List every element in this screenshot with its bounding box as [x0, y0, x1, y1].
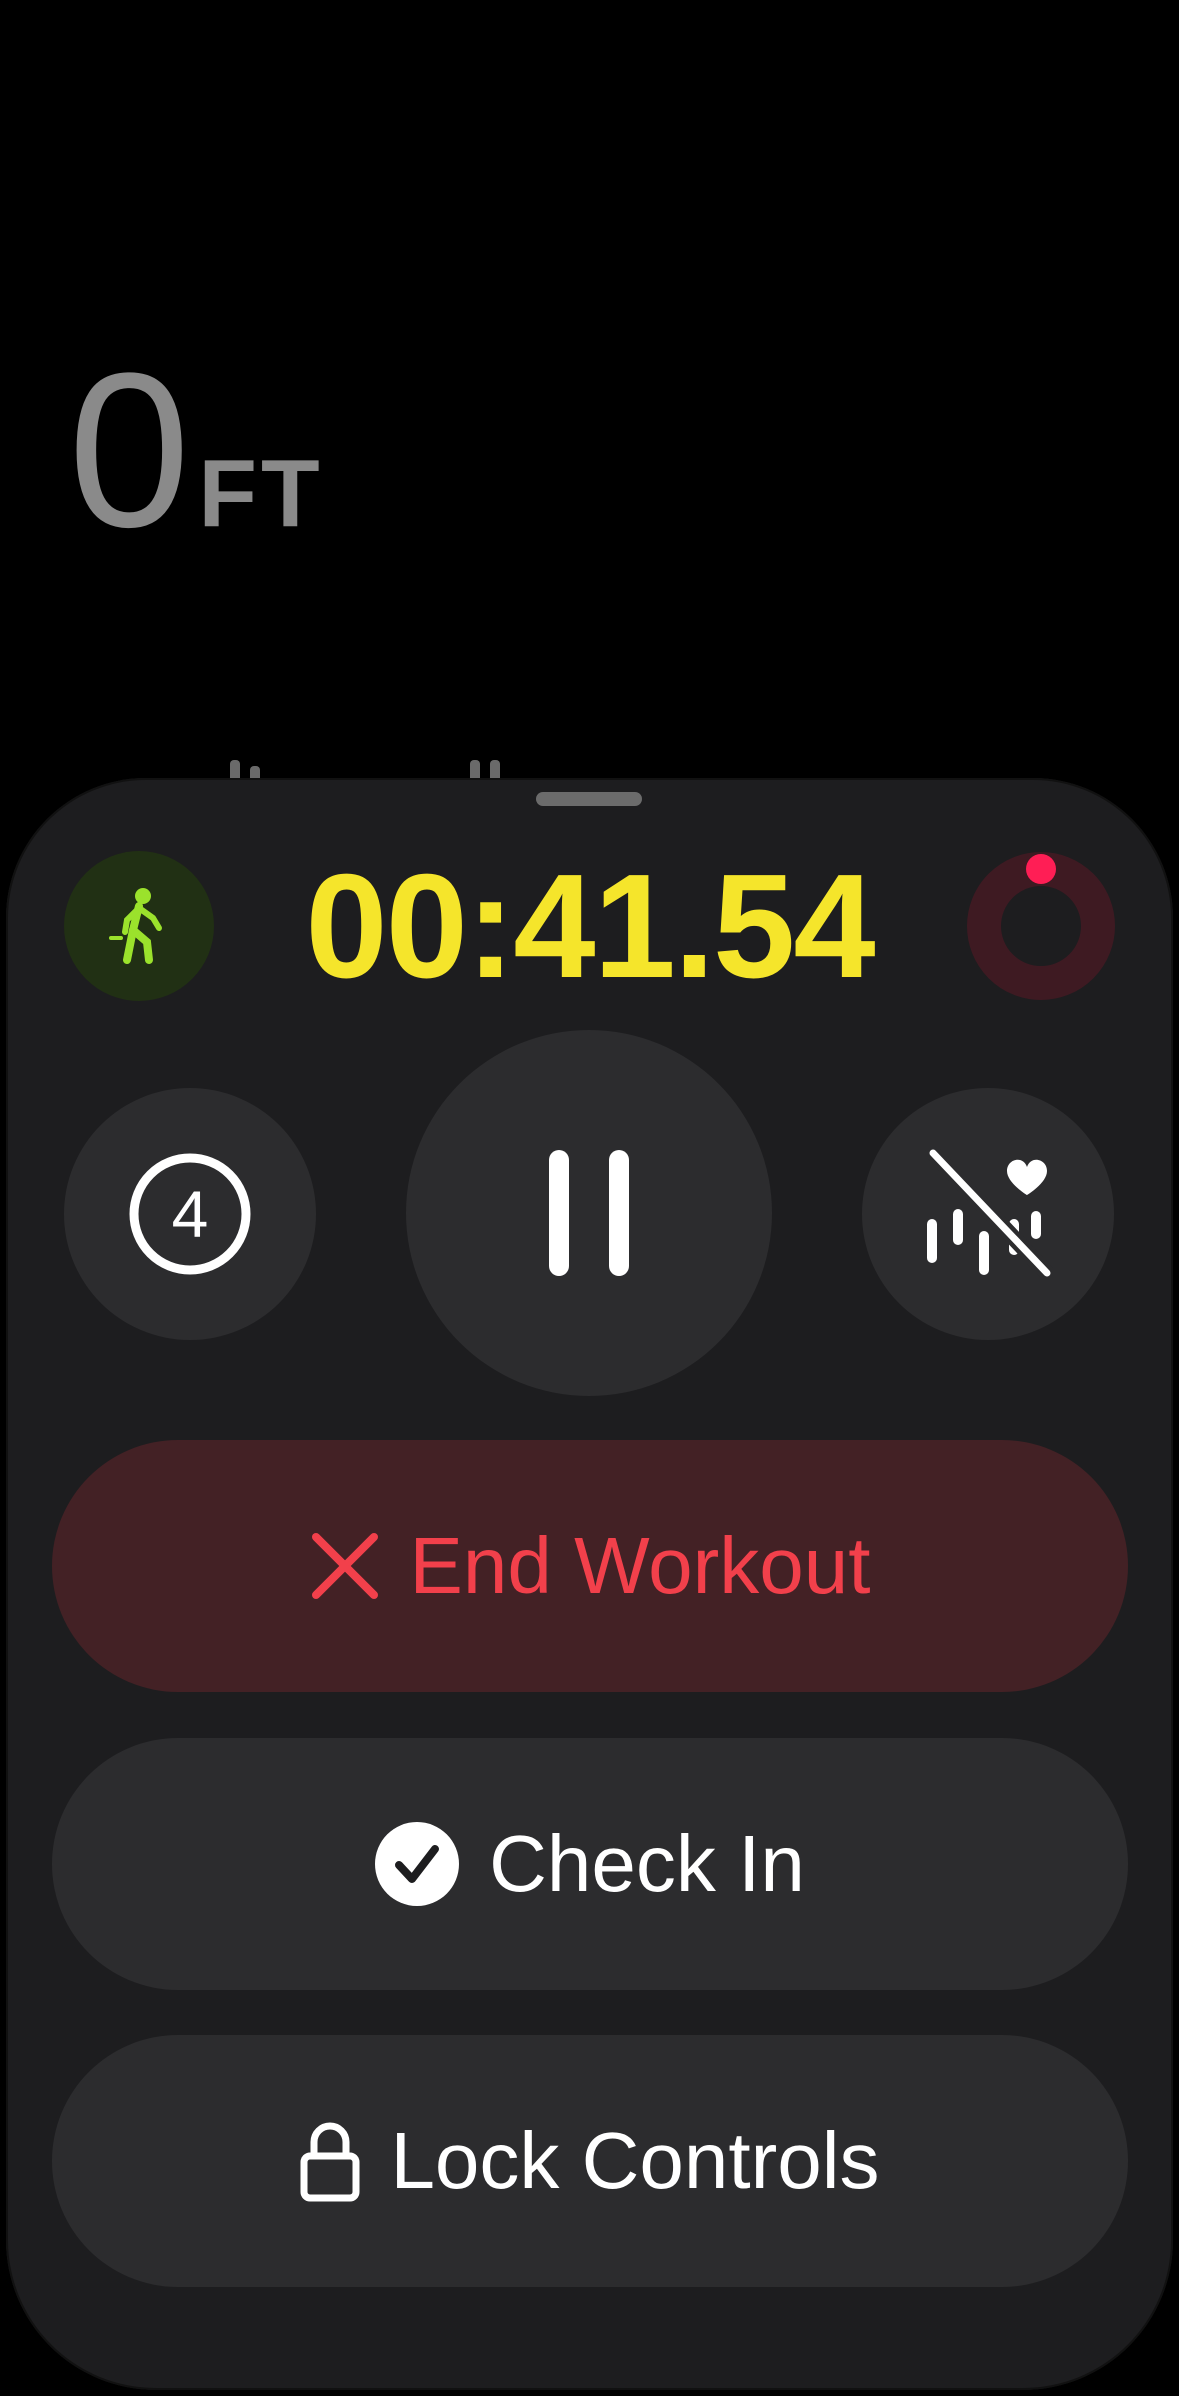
end-workout-button[interactable]: End Workout: [52, 1440, 1128, 1692]
activity-ring-icon: [966, 851, 1116, 1001]
workout-screen: 0 FT 00:41.54 4 End Workout Check In Loc…: [0, 0, 1179, 2396]
pause-icon: [549, 1150, 629, 1276]
heart-rate-toggle-button[interactable]: [862, 1088, 1114, 1340]
lock-icon: [300, 2122, 360, 2202]
close-x-icon: [311, 1533, 378, 1599]
lap-count-icon: 4: [129, 1153, 251, 1275]
end-workout-label: End Workout: [409, 1521, 871, 1610]
laps-button[interactable]: 4: [64, 1088, 316, 1340]
elevation-metric: 0 FT: [68, 340, 324, 560]
lock-controls-button[interactable]: Lock Controls: [52, 2035, 1128, 2287]
heart-rate-off-icon: [925, 1149, 1053, 1279]
check-in-label: Check In: [489, 1819, 805, 1908]
check-in-button[interactable]: Check In: [52, 1738, 1128, 1990]
lock-controls-label: Lock Controls: [390, 2116, 880, 2205]
metric-unit: FT: [198, 440, 324, 547]
pause-button[interactable]: [406, 1030, 772, 1396]
workout-controls-sheet: 00:41.54 4 End Workout Check In Lock Con…: [6, 778, 1173, 2390]
metric-value: 0: [68, 327, 190, 573]
laps-count: 4: [172, 1177, 209, 1251]
sheet-grabber[interactable]: [536, 792, 642, 806]
checkmark-circle-icon: [375, 1822, 460, 1906]
